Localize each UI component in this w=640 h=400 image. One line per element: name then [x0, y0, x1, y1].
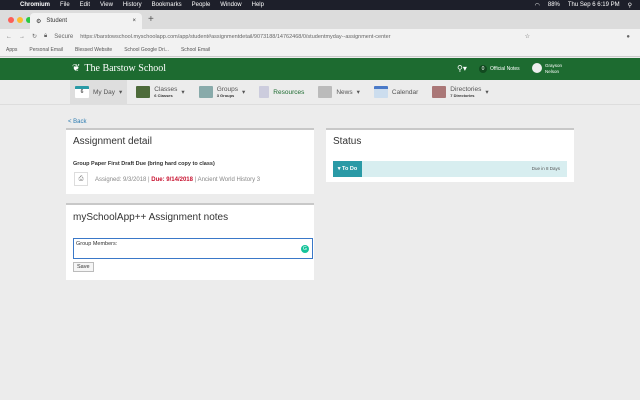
main-nav: 6 My Day ▾ Classes 6 Classes ▾ Groups 3 Gr… — [0, 79, 640, 105]
bookmark-school-email[interactable]: School Email — [181, 47, 210, 53]
clock[interactable]: Thu Sep 6 6:19 PM — [568, 2, 620, 8]
save-button[interactable]: Save — [73, 262, 94, 272]
menu-history[interactable]: History — [123, 2, 142, 8]
class-name[interactable]: Ancient World History 3 — [198, 177, 261, 183]
grammarly-icon[interactable]: G — [301, 245, 309, 253]
user-first-name[interactable]: Grayson — [545, 63, 562, 68]
nav-sub: 7 Directories — [450, 93, 475, 98]
due-in-label: Due in 8 Days — [531, 166, 560, 171]
tab-favicon-icon: ⚙ — [36, 18, 42, 25]
nav-classes[interactable]: Classes 6 Classes ▾ — [131, 80, 189, 105]
user-last-name[interactable]: Nelson — [545, 69, 559, 74]
card-title: Assignment detail — [73, 136, 152, 147]
back-link[interactable]: < Back — [68, 119, 87, 125]
calendar-icon — [373, 86, 388, 98]
nav-label: Resources — [273, 88, 305, 96]
classes-icon — [136, 86, 151, 98]
bookmark-personal-email[interactable]: Personal Email — [29, 47, 63, 53]
menu-file[interactable]: File — [60, 2, 70, 8]
card-title: mySchoolApp++ Assignment notes — [73, 212, 229, 223]
nav-label: My Day — [93, 88, 116, 96]
nav-resources[interactable]: Resources — [254, 80, 309, 105]
school-logo[interactable]: ❦ The Barstow School — [72, 63, 166, 74]
status-bar: ▾ To Do Due in 8 Days — [333, 161, 567, 177]
forward-icon[interactable]: → — [19, 34, 25, 40]
nav-sub: 6 Classes — [154, 93, 173, 98]
profile-icon[interactable]: ● — [626, 34, 630, 40]
notes-textarea[interactable]: Group Members: G — [73, 238, 313, 259]
assignment-detail-card: Assignment detail Group Paper First Draf… — [66, 128, 314, 194]
battery-status[interactable]: 88% — [548, 2, 560, 8]
menu-bookmarks[interactable]: Bookmarks — [152, 2, 182, 8]
nav-label: Groups — [216, 86, 239, 93]
bookmark-school-drive[interactable]: School Google Dri... — [124, 47, 169, 53]
app-menu[interactable]: Chromium — [20, 2, 50, 8]
card-title: Status — [333, 136, 362, 147]
menu-window[interactable]: Window — [220, 2, 241, 8]
tab-title: Student — [46, 18, 68, 24]
directories-icon — [432, 86, 447, 98]
new-tab-button[interactable]: + — [148, 14, 154, 25]
logo-icon: ❦ — [72, 63, 81, 74]
assignment-title: Group Paper First Draft Due (bring hard … — [73, 161, 215, 167]
menu-edit[interactable]: Edit — [80, 2, 90, 8]
nav-label: Classes — [154, 86, 178, 93]
back-icon[interactable]: ← — [6, 34, 12, 40]
nav-sub: 3 Groups — [216, 93, 235, 98]
address-bar: ← → ↻ 🔒︎ Secure https://barstowschool.my… — [0, 29, 640, 44]
todo-status-button[interactable]: ▾ To Do — [333, 161, 362, 177]
notes-value: Group Members: — [76, 241, 118, 247]
separator: | — [148, 177, 150, 183]
groups-icon — [198, 86, 213, 98]
nav-news[interactable]: News ▾ — [313, 80, 365, 105]
star-icon[interactable]: ☆ — [525, 33, 530, 40]
site-header: ❦ The Barstow School ⚲▾ 0 Official Notes… — [0, 58, 640, 80]
nav-label: News — [336, 88, 353, 96]
assignment-notes-card: mySchoolApp++ Assignment notes Group Mem… — [66, 203, 314, 280]
bookmarks-bar: Apps Personal Email Blessed Website Scho… — [0, 44, 640, 57]
close-tab-icon[interactable]: × — [132, 18, 136, 24]
nav-groups[interactable]: Groups 3 Groups ▾ — [194, 80, 251, 105]
mac-menubar: Chromium File Edit View History Bookmark… — [0, 0, 640, 10]
nav-calendar[interactable]: Calendar — [369, 80, 423, 105]
menu-people[interactable]: People — [192, 2, 211, 8]
assignment-meta: Assigned: 9/3/2018 | Due: 9/14/2018 | An… — [95, 177, 260, 183]
official-notes-count: 0 — [479, 65, 487, 73]
menu-help[interactable]: Help — [252, 2, 264, 8]
separator: | — [194, 177, 197, 183]
bookmark-apps[interactable]: Apps — [6, 47, 17, 53]
avatar[interactable] — [532, 63, 542, 73]
calendar-day-icon: 6 — [75, 86, 89, 98]
print-icon[interactable]: ⎙ — [74, 172, 88, 186]
status-card: Status ▾ To Do Due in 8 Days — [326, 128, 574, 182]
browser-tab[interactable]: ⚙ Student × — [30, 13, 142, 29]
minimize-window-button[interactable] — [17, 17, 23, 23]
lock-icon: 🔒︎ — [44, 33, 48, 39]
assigned-date: Assigned: 9/3/2018 — [95, 177, 147, 183]
official-notes-link[interactable]: Official Notes — [490, 66, 520, 72]
due-date: Due: 9/14/2018 — [151, 177, 193, 183]
search-icon[interactable]: ⚲▾ — [457, 64, 467, 73]
wifi-icon[interactable]: ◠ — [535, 2, 540, 9]
news-icon — [318, 86, 333, 98]
secure-label: Secure — [54, 33, 74, 40]
nav-my-day[interactable]: 6 My Day ▾ — [70, 79, 128, 105]
reload-icon[interactable]: ↻ — [32, 33, 37, 40]
spotlight-icon[interactable]: ⚲ — [628, 2, 632, 9]
resources-icon — [259, 86, 270, 98]
bookmark-blessed-website[interactable]: Blessed Website — [75, 47, 112, 53]
nav-label: Directories — [450, 86, 482, 93]
menu-view[interactable]: View — [100, 2, 113, 8]
school-name: The Barstow School — [84, 63, 167, 74]
close-window-button[interactable] — [8, 17, 14, 23]
url-input[interactable]: https://barstowschool.myschoolapp.com/ap… — [80, 34, 390, 40]
nav-directories[interactable]: Directories 7 Directories ▾ — [427, 80, 493, 105]
nav-label: Calendar — [391, 88, 419, 96]
